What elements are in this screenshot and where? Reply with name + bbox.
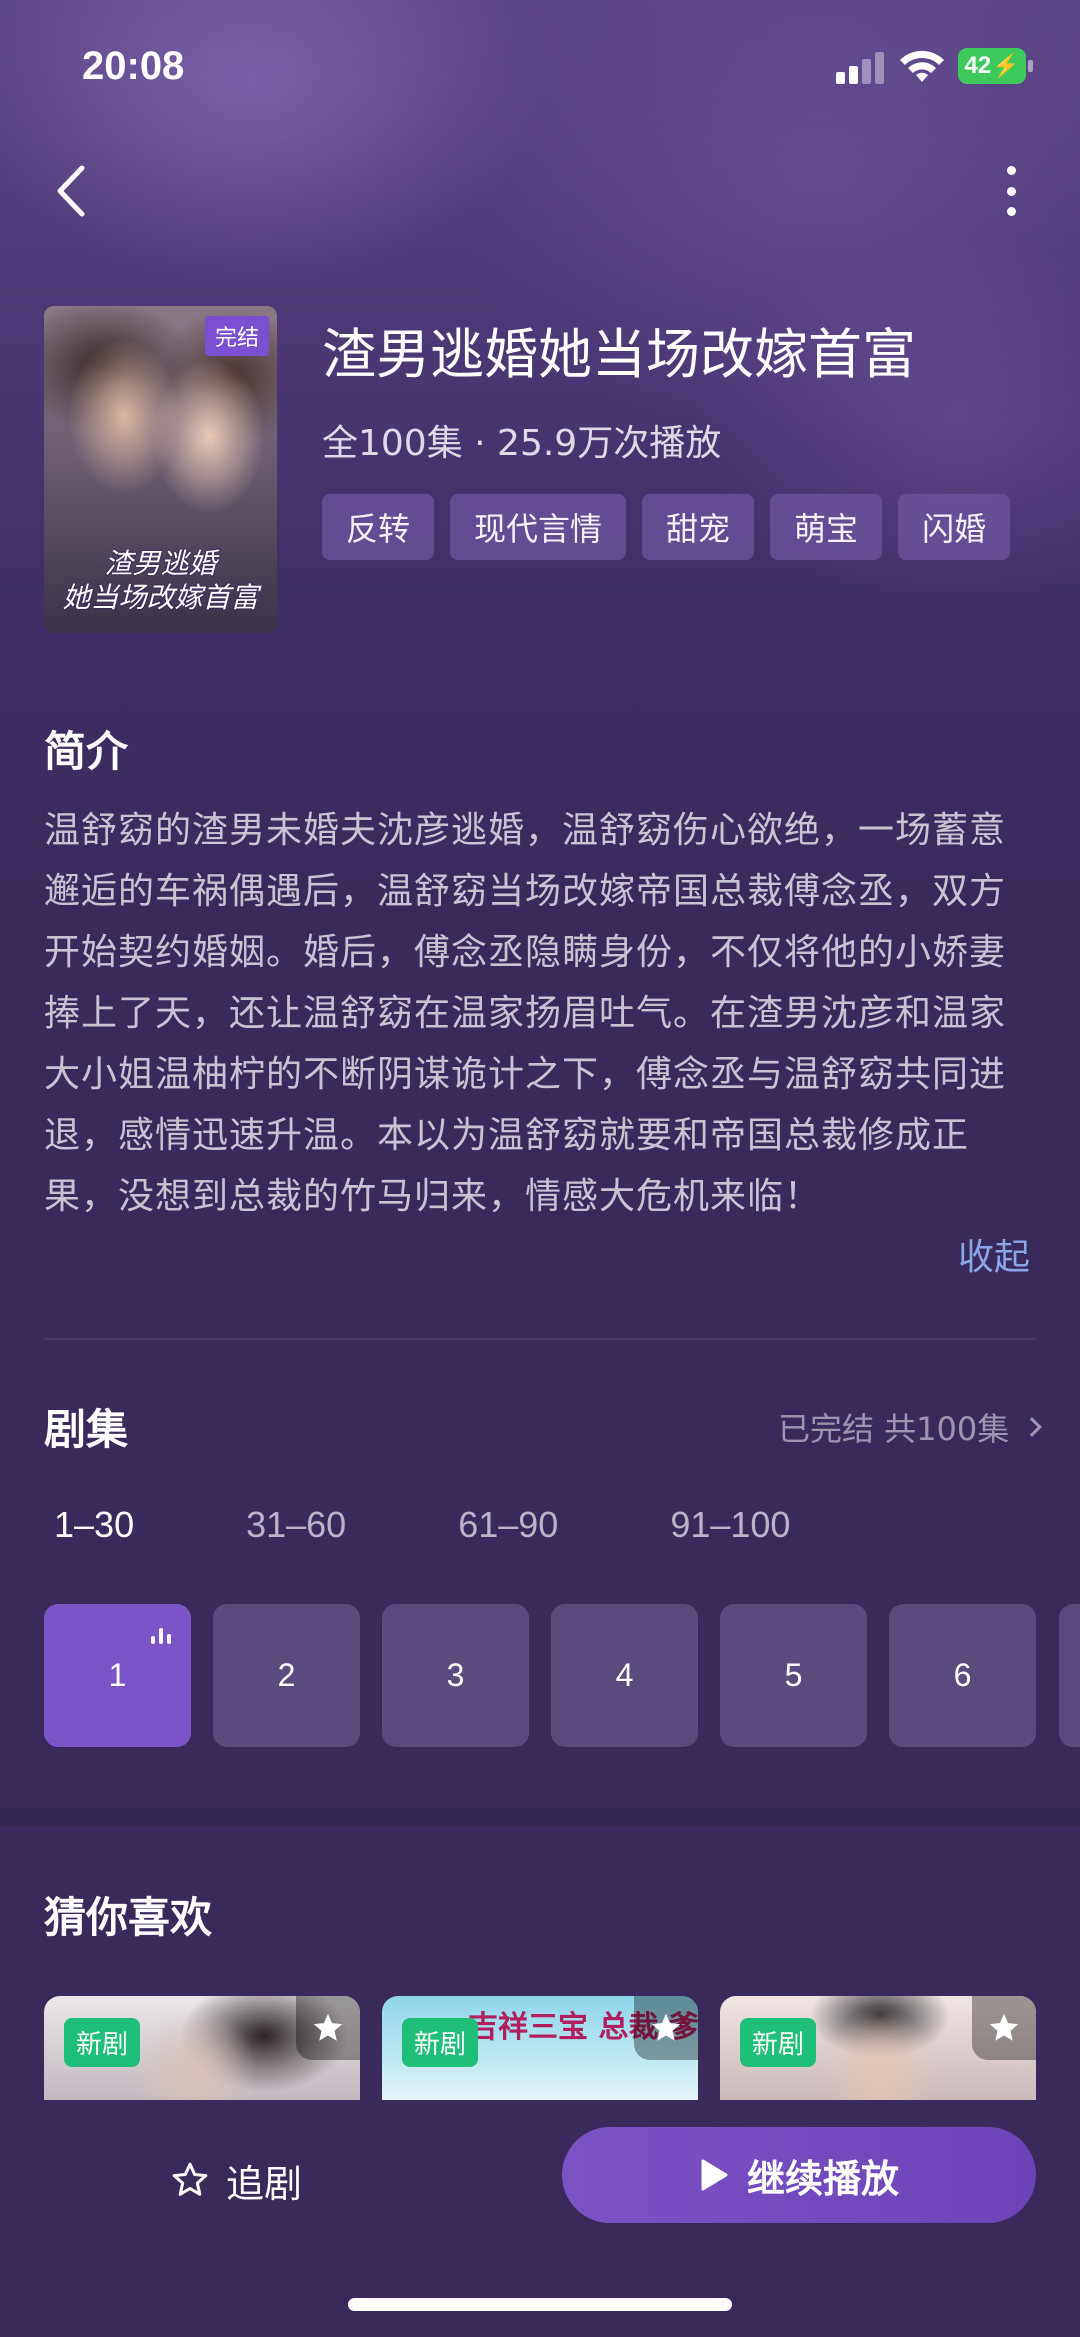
more-vertical-icon[interactable] [996, 160, 1026, 222]
chevron-left-icon[interactable] [48, 160, 98, 222]
episode-grid: 1 2 3 4 5 6 [44, 1604, 1036, 1747]
recommend-card[interactable]: 吉祥三宝 总裁 爹地超宠妻 新剧 [382, 1996, 698, 2106]
new-badge: 新剧 [402, 2018, 479, 2067]
episodes-status-text: 已完结 共100集 [778, 1410, 1010, 1448]
range-tab[interactable]: 1–30 [54, 1504, 134, 1546]
episodes-title: 剧集 [44, 1405, 129, 1454]
battery-icon: 42 ⚡ [958, 48, 1026, 84]
play-label: 继续播放 [746, 2156, 899, 2201]
section-separator [0, 1808, 1080, 1826]
play-icon [701, 2159, 728, 2191]
episode-button[interactable]: 1 [44, 1604, 191, 1747]
tag[interactable]: 甜宠 [642, 494, 755, 560]
episodes-status-link[interactable]: 已完结 共100集 [778, 1404, 1043, 1450]
episode-range-tabs: 1–30 31–60 61–90 91–100 [54, 1504, 902, 1546]
continue-play-button[interactable]: 继续播放 [562, 2127, 1036, 2223]
status-bar: 20:08 42 ⚡ [0, 0, 1080, 130]
star-icon[interactable] [972, 1996, 1036, 2060]
star-icon[interactable] [296, 1996, 360, 2060]
battery-tip [1028, 60, 1033, 72]
show-meta: 全100集 · 25.9万次播放 [322, 423, 722, 464]
follow-label: 追剧 [226, 2161, 303, 2206]
range-tab[interactable]: 61–90 [458, 1504, 558, 1546]
new-badge: 新剧 [740, 2018, 817, 2067]
completed-badge: 完结 [204, 316, 269, 356]
wifi-icon [900, 50, 944, 82]
tag[interactable]: 萌宝 [770, 494, 883, 560]
status-time: 20:08 [82, 44, 185, 88]
synopsis-title: 简介 [44, 727, 129, 776]
chevron-right-icon [1022, 1417, 1043, 1437]
poster-title: 渣男逃婚 她当场改嫁首富 [62, 547, 259, 614]
synopsis-text: 温舒窈的渣男未婚夫沈彦逃婚，温舒窈伤心欲绝，一场蓄意邂逅的车祸偶遇后，温舒窈当场… [44, 810, 1007, 1217]
home-indicator[interactable] [348, 2298, 732, 2311]
tag[interactable]: 闪婚 [898, 494, 1011, 560]
tag[interactable]: 反转 [322, 494, 435, 560]
now-playing-icon [151, 1626, 171, 1644]
show-poster[interactable]: 完结 渣男逃婚 她当场改嫁首富 [44, 306, 277, 633]
collapse-button[interactable]: 收起 [958, 1228, 1030, 1280]
episode-button[interactable]: 6 [889, 1604, 1036, 1747]
star-icon[interactable] [634, 1996, 698, 2060]
episode-button[interactable]: 4 [551, 1604, 698, 1747]
range-tab[interactable]: 31–60 [246, 1504, 346, 1546]
new-badge: 新剧 [64, 2018, 141, 2067]
follow-button[interactable]: 追剧 [170, 2140, 302, 2220]
divider [44, 1338, 1036, 1340]
star-outline-icon [172, 2162, 208, 2196]
tag-list: 反转 现代言情 甜宠 萌宝 闪婚 [322, 494, 1011, 560]
show-title: 渣男逃婚她当场改嫁首富 [322, 323, 916, 386]
episode-button[interactable]: 3 [382, 1604, 529, 1747]
recommend-list: 新剧 吉祥三宝 总裁 爹地超宠妻 新剧 新剧 [44, 1996, 1036, 2106]
recommend-card[interactable]: 新剧 [44, 1996, 360, 2106]
episode-button-partial[interactable] [1059, 1604, 1080, 1747]
episode-button[interactable]: 5 [720, 1604, 867, 1747]
recommend-card[interactable]: 新剧 [720, 1996, 1036, 2106]
tag[interactable]: 现代言情 [450, 494, 627, 560]
recommend-title: 猜你喜欢 [44, 1893, 213, 1942]
battery-level: 42 [964, 52, 992, 79]
range-tab[interactable]: 91–100 [670, 1504, 790, 1546]
cellular-signal-icon [836, 52, 886, 84]
episode-button[interactable]: 2 [213, 1604, 360, 1747]
